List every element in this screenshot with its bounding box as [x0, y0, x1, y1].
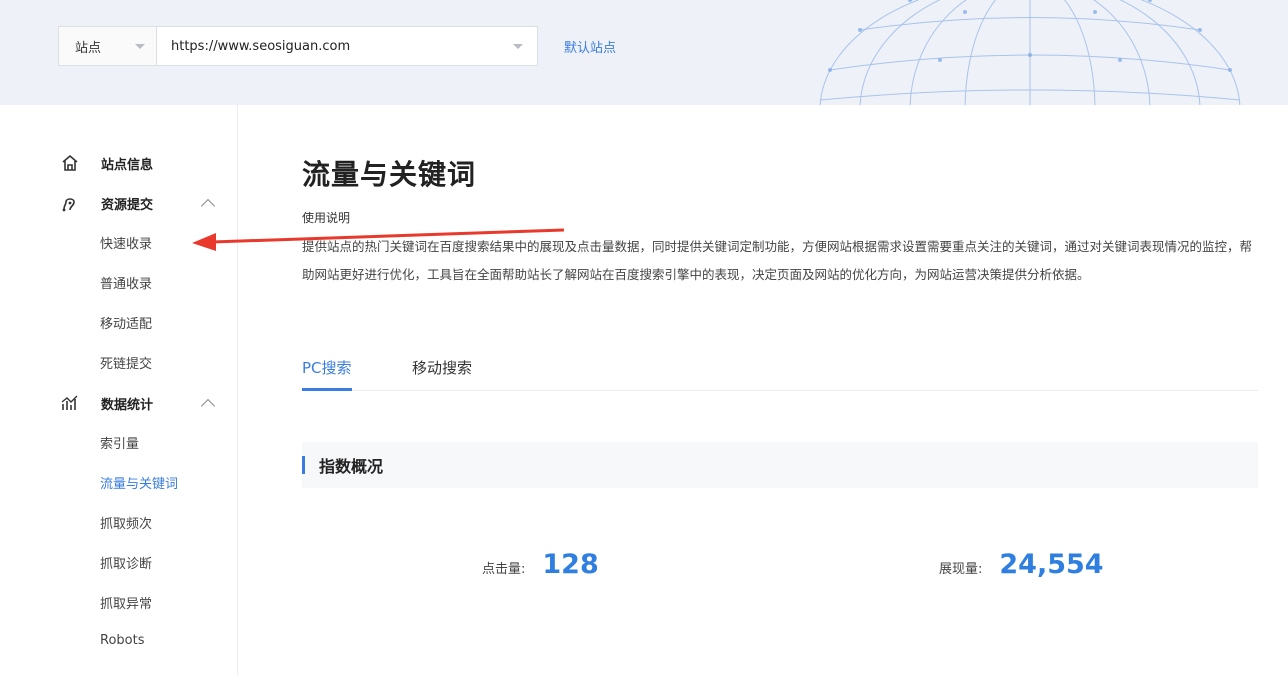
stat-label: 展现量: — [939, 562, 983, 577]
sidebar-item-traffic-keywords[interactable]: 流量与关键词 — [100, 473, 178, 492]
caret-down-icon — [513, 44, 523, 49]
tab-pc-search[interactable]: PC搜索 — [302, 357, 352, 378]
home-icon — [62, 154, 78, 171]
caret-down-icon — [135, 44, 145, 49]
usage-label: 使用说明 — [302, 211, 351, 225]
search-tabs: PC搜索 移动搜索 — [302, 355, 1258, 391]
stat-value: 128 — [542, 549, 599, 580]
sidebar-group-label: 资源提交 — [101, 197, 154, 213]
page-title: 流量与关键词 — [302, 158, 477, 191]
default-site-link[interactable]: 默认站点 — [564, 37, 616, 56]
sidebar-group-label: 站点信息 — [101, 157, 154, 173]
sidebar-item-dead-link[interactable]: 死链提交 — [100, 353, 152, 372]
stat-value: 24,554 — [999, 549, 1104, 580]
sidebar-item-crawl-errors[interactable]: 抓取异常 — [100, 593, 152, 612]
globe-decoration — [819, 0, 1241, 105]
section-header: 指数概况 — [302, 442, 1258, 488]
sidebar-item-robots[interactable]: Robots — [100, 633, 144, 648]
sidebar: 站点信息 资源提交 快速收录 普通收录 移动适配 死链提交 数据统计 索引量 流… — [0, 105, 238, 675]
active-tab-indicator — [302, 388, 352, 391]
sidebar-item-index-volume[interactable]: 索引量 — [100, 433, 139, 452]
sidebar-item-quick-index[interactable]: 快速收录 — [100, 233, 152, 252]
site-type-dropdown[interactable]: 站点 — [59, 27, 157, 65]
sidebar-item-normal-index[interactable]: 普通收录 — [100, 273, 152, 292]
sidebar-group-site-info[interactable]: 站点信息 — [60, 153, 153, 173]
annotation-arrow-icon — [192, 228, 565, 251]
top-header: 站点 https://www.seosiguan.com 默认站点 — [0, 0, 1288, 105]
site-selector: 站点 https://www.seosiguan.com — [58, 26, 538, 66]
stat-label: 点击量: — [482, 562, 526, 577]
stat-impressions: 展现量: 24,554 — [939, 549, 1104, 580]
section-accent-bar — [302, 456, 305, 474]
chevron-up-icon[interactable] — [200, 198, 216, 214]
section-title: 指数概况 — [319, 457, 384, 476]
site-type-label: 站点 — [75, 40, 102, 56]
sidebar-group-data-stats[interactable]: 数据统计 — [60, 393, 153, 413]
sidebar-item-crawl-frequency[interactable]: 抓取频次 — [100, 513, 152, 532]
sidebar-group-resource-submit[interactable]: 资源提交 — [60, 193, 153, 213]
site-url-dropdown[interactable]: https://www.seosiguan.com — [157, 27, 537, 65]
tab-mobile-search[interactable]: 移动搜索 — [412, 357, 472, 378]
sidebar-group-label: 数据统计 — [101, 397, 154, 413]
chevron-up-icon[interactable] — [200, 398, 216, 414]
stat-clicks: 点击量: 128 — [482, 549, 599, 580]
sidebar-item-crawl-diagnosis[interactable]: 抓取诊断 — [100, 553, 152, 572]
sidebar-item-mobile-adapt[interactable]: 移动适配 — [100, 313, 152, 332]
site-url-value: https://www.seosiguan.com — [171, 38, 351, 54]
stats-icon — [61, 395, 78, 410]
submit-icon — [62, 198, 75, 212]
